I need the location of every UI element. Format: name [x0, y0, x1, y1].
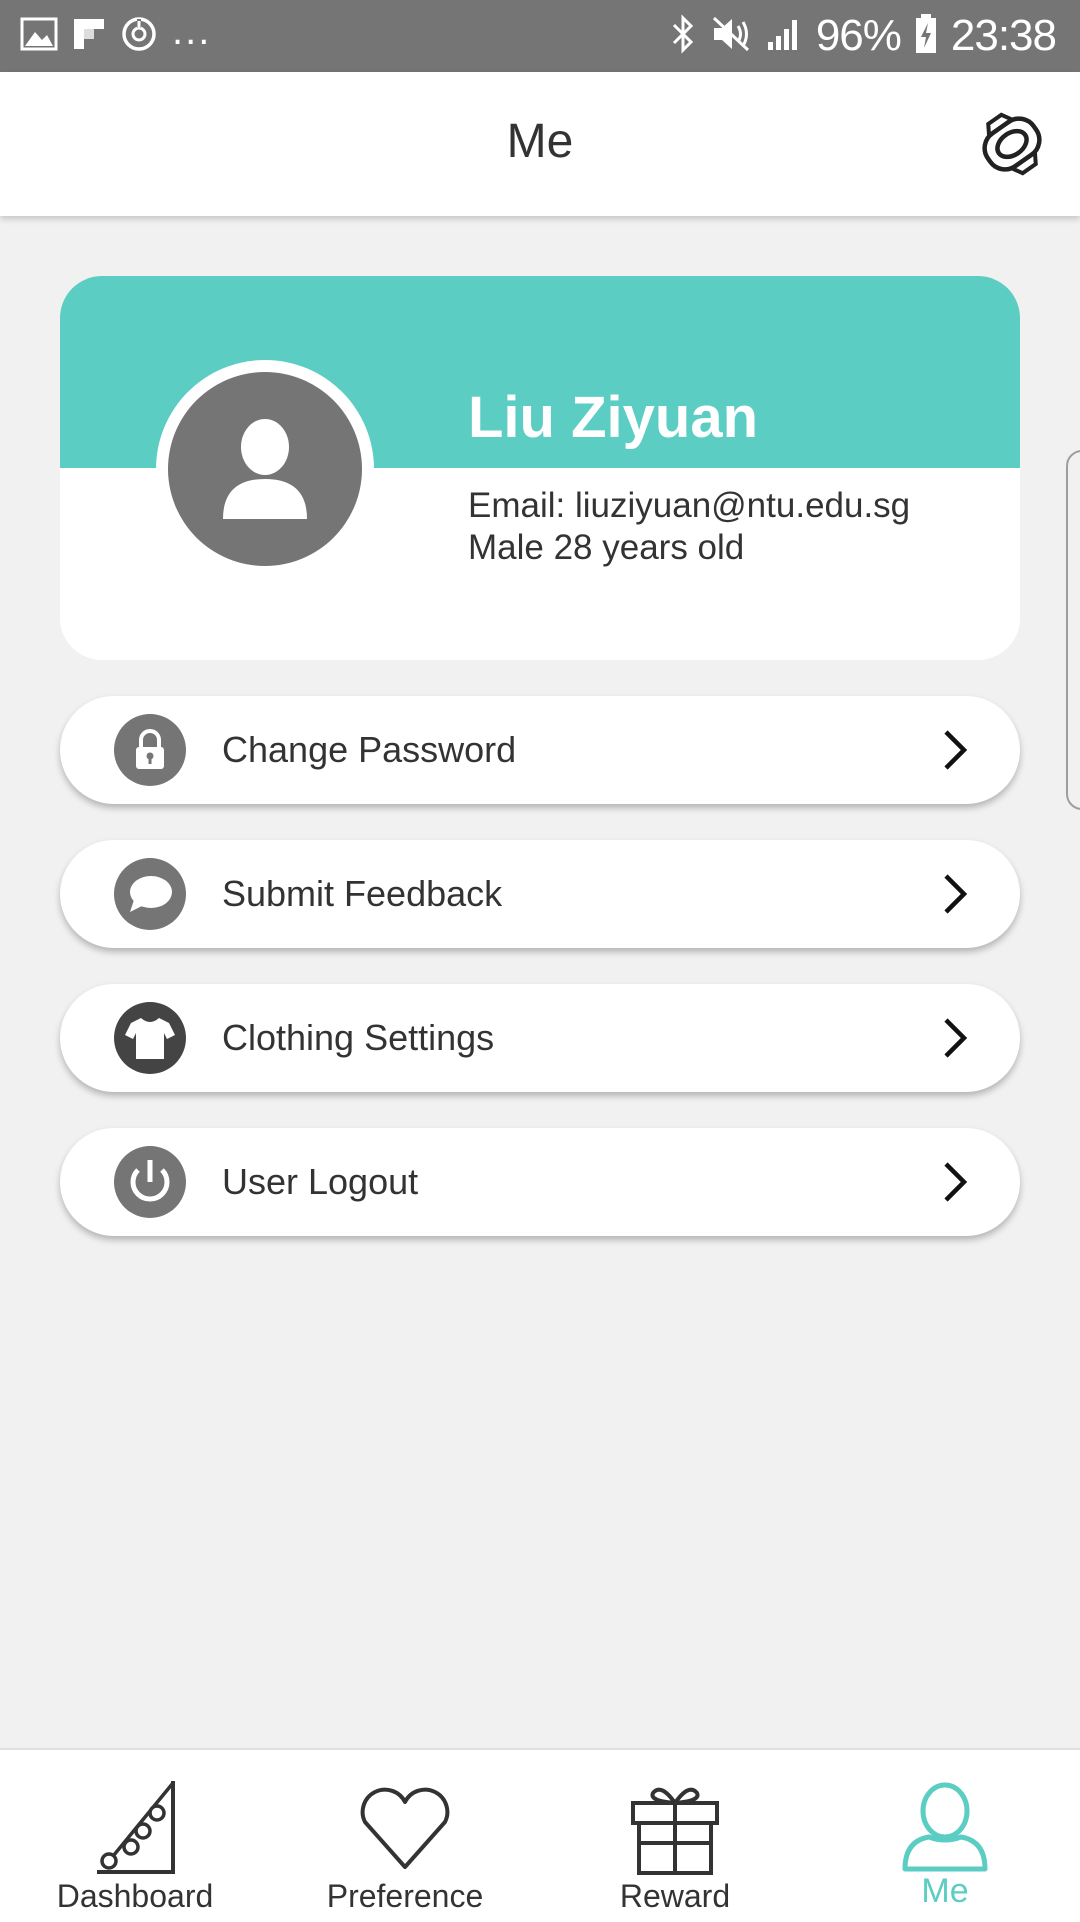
- profile-gender-age: Male 28 years old: [468, 528, 745, 567]
- signal-icon: [766, 16, 802, 57]
- menu-item-label: User Logout: [222, 1161, 419, 1202]
- avatar[interactable]: [168, 372, 362, 566]
- menu-item-change-password[interactable]: Change Password: [60, 696, 1020, 804]
- nav-item-reward[interactable]: Reward: [540, 1750, 810, 1922]
- bluetooth-icon: [670, 13, 696, 59]
- menu-item-label: Change Password: [222, 729, 517, 770]
- menu-item-user-logout[interactable]: User Logout: [60, 1128, 1020, 1236]
- sync-icon: [120, 15, 158, 58]
- heart-icon: [270, 1776, 540, 1878]
- nav-item-preference[interactable]: Preference: [270, 1750, 540, 1922]
- side-drawer-handle[interactable]: [1066, 450, 1080, 810]
- menu-item-clothing-settings[interactable]: Clothing Settings: [60, 984, 1020, 1092]
- shirt-icon: [114, 1002, 186, 1074]
- power-icon: [114, 1146, 186, 1218]
- chevron-right-icon: [944, 1018, 968, 1058]
- lock-icon: [114, 714, 186, 786]
- nav-label: Me: [921, 1872, 969, 1910]
- menu-item-submit-feedback[interactable]: Submit Feedback: [60, 840, 1020, 948]
- menu-item-label: Submit Feedback: [222, 873, 503, 914]
- nav-item-me[interactable]: Me: [810, 1750, 1080, 1922]
- chevron-right-icon: [944, 1162, 968, 1202]
- user-silhouette-icon: [223, 419, 307, 519]
- chat-bubble-icon: [114, 858, 186, 930]
- chart-icon: [0, 1776, 270, 1878]
- nav-label: Reward: [619, 1878, 731, 1914]
- chevron-right-icon: [944, 730, 968, 770]
- profile-email: Email: liuziyuan@ntu.edu.sg: [468, 486, 911, 525]
- more-notifications: ...: [172, 8, 212, 53]
- gift-icon: [540, 1776, 810, 1878]
- profile-card: Liu Ziyuan Email: liuziyuan@ntu.edu.sg M…: [60, 276, 1020, 660]
- nav-item-dashboard[interactable]: Dashboard: [0, 1750, 270, 1922]
- nav-label: Preference: [326, 1878, 484, 1914]
- mute-icon: [710, 14, 752, 59]
- nav-label: Dashboard: [56, 1878, 214, 1914]
- person-icon: [810, 1776, 1080, 1878]
- device-icon: [982, 112, 1042, 176]
- status-bar: ... 96% 23:38: [0, 0, 1080, 72]
- profile-name: Liu Ziyuan: [468, 385, 758, 450]
- bottom-navigation: Dashboard Preference Reward Me: [0, 1748, 1080, 1922]
- battery-icon: [915, 13, 937, 59]
- battery-percent: 96%: [815, 11, 902, 60]
- flipboard-icon: [72, 17, 106, 56]
- gallery-icon: [20, 17, 58, 56]
- menu-item-label: Clothing Settings: [222, 1017, 495, 1058]
- app-header: Me: [0, 72, 1080, 216]
- page-title: Me: [506, 115, 574, 168]
- device-settings-button[interactable]: [972, 104, 1052, 184]
- clock: 23:38: [950, 11, 1057, 60]
- chevron-right-icon: [944, 874, 968, 914]
